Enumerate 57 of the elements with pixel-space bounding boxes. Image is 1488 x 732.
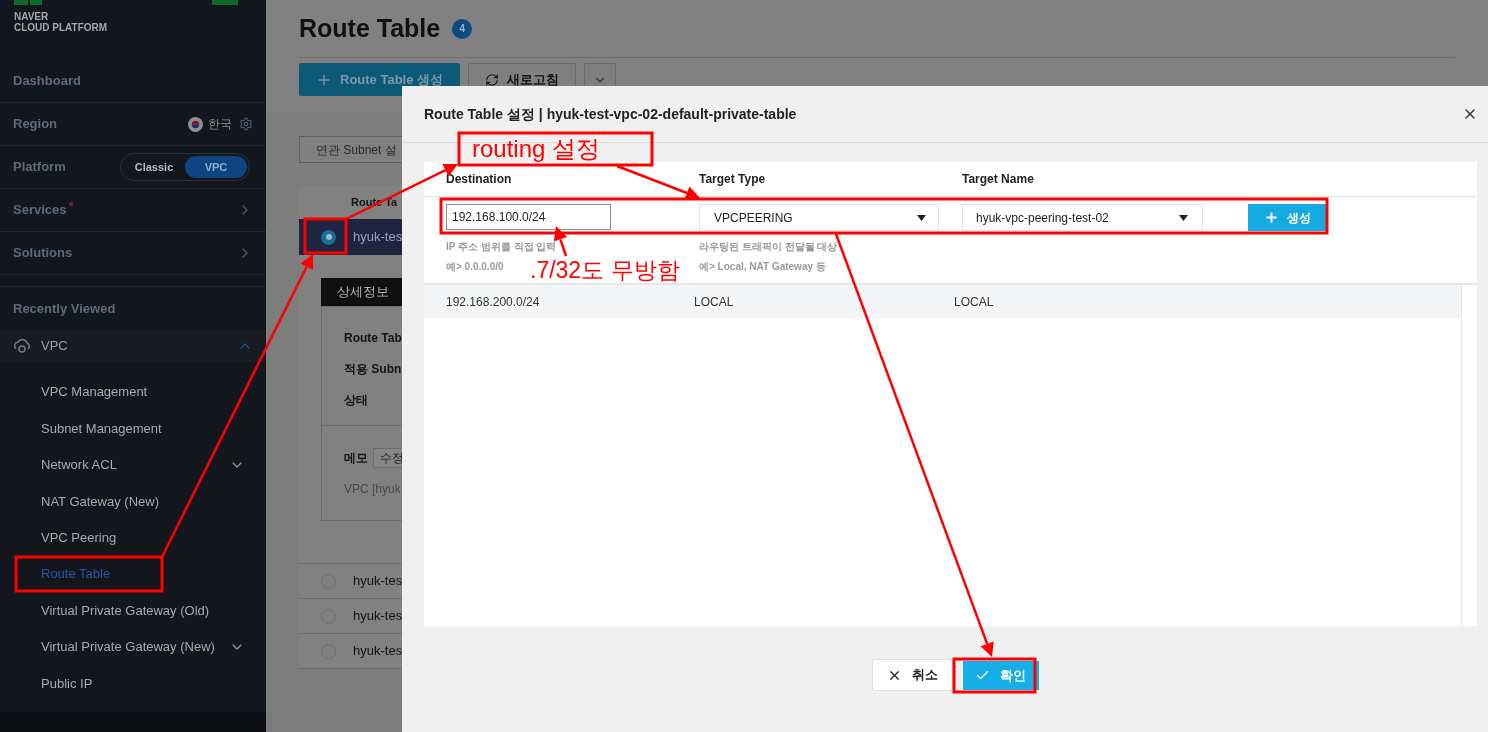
column-header: Destination <box>445 171 513 188</box>
flag-icon <box>188 116 203 132</box>
dropdown-arrow-icon <box>1179 214 1188 221</box>
field-label: 상태 <box>344 392 369 409</box>
submenu-item[interactable]: VPC Management <box>0 374 266 411</box>
submenu-item[interactable]: Network ACL <box>0 446 266 484</box>
dropdown-arrow-icon <box>917 214 926 221</box>
destination-input[interactable]: 192.168.100.0/24 <box>446 204 611 230</box>
hint-text: IP 주소 범위를 직접 입력 <box>446 240 557 254</box>
field-label: 적용 Subn <box>344 361 402 378</box>
subnet-button[interactable]: 연관 Subnet 설 <box>299 136 402 163</box>
details-tab[interactable]: 상세정보 <box>321 278 402 306</box>
submenu-item[interactable]: Virtual Private Gateway (Old) <box>0 592 266 629</box>
submenu-item[interactable]: VPC Peering <box>0 519 266 556</box>
platform-option[interactable]: Classic <box>123 156 185 178</box>
target-type-select[interactable]: VPCPEERING <box>699 204 939 231</box>
submenu-item[interactable]: NAT Gateway (New) <box>0 483 266 520</box>
cloud-icon <box>13 338 31 354</box>
annotation-text: routing 설정 <box>472 136 601 162</box>
radio-button[interactable] <box>321 229 336 245</box>
target-name-select[interactable]: hyuk-vpc-peering-test-02 <box>962 204 1203 231</box>
table-cell-text: hyuk-tes <box>353 642 402 661</box>
region-value[interactable]: 한국 <box>208 115 232 133</box>
section-heading: Recently Viewed <box>13 299 116 318</box>
edit-button[interactable]: 수정 <box>373 448 402 468</box>
highlight-frame <box>303 217 348 255</box>
platform-option[interactable]: VPC <box>185 156 247 178</box>
modal-title: Route Table 설정 | hyuk-test-vpc-02-default-private-table <box>424 104 797 124</box>
annotation-arrow <box>553 226 568 257</box>
hint-text: 예> 0.0.0.0/0 <box>446 260 504 274</box>
platform-label: Platform <box>13 158 66 177</box>
hint-text: 예> Local, NAT Gateway 등 <box>699 260 826 274</box>
logo-text: NAVER <box>14 11 50 22</box>
service-header[interactable]: VPC <box>0 330 266 362</box>
submenu-item[interactable]: Virtual Private Gateway (New) <box>0 628 266 666</box>
cancel-button[interactable]: 취소 <box>871 659 953 691</box>
plus-icon <box>1263 210 1279 225</box>
column-header: Target Type <box>698 171 767 188</box>
page-title: Route Table <box>299 12 441 44</box>
table-cell-text: hyuk-tes <box>353 572 402 591</box>
table-cell-text: LOCAL <box>954 293 994 311</box>
region-label: Region <box>13 115 58 134</box>
table-cell-text: LOCAL <box>694 293 735 311</box>
table-cell-text: 192.168.200.0/24 <box>445 293 541 311</box>
annotation-text: .7/32도 무방함 <box>530 258 680 283</box>
submenu-item[interactable]: Public IP <box>0 665 266 702</box>
field-label: Route Tab <box>344 330 402 347</box>
settings-icon[interactable] <box>239 117 253 131</box>
table-cell-text: hyuk-tes <box>353 607 402 626</box>
column-header: Target Name <box>961 171 1034 188</box>
memo-label: 메모 <box>344 450 368 467</box>
table-cell-text: hyuk-tes <box>353 228 402 247</box>
submenu-item[interactable]: Subnet Management <box>0 410 266 447</box>
refresh-icon <box>485 72 500 87</box>
count-badge: 4 <box>452 18 473 39</box>
logo-text: CLOUD PLATFORM <box>14 22 109 33</box>
hint-text: 라우팅된 트래픽이 전달될 대상 <box>699 240 838 254</box>
